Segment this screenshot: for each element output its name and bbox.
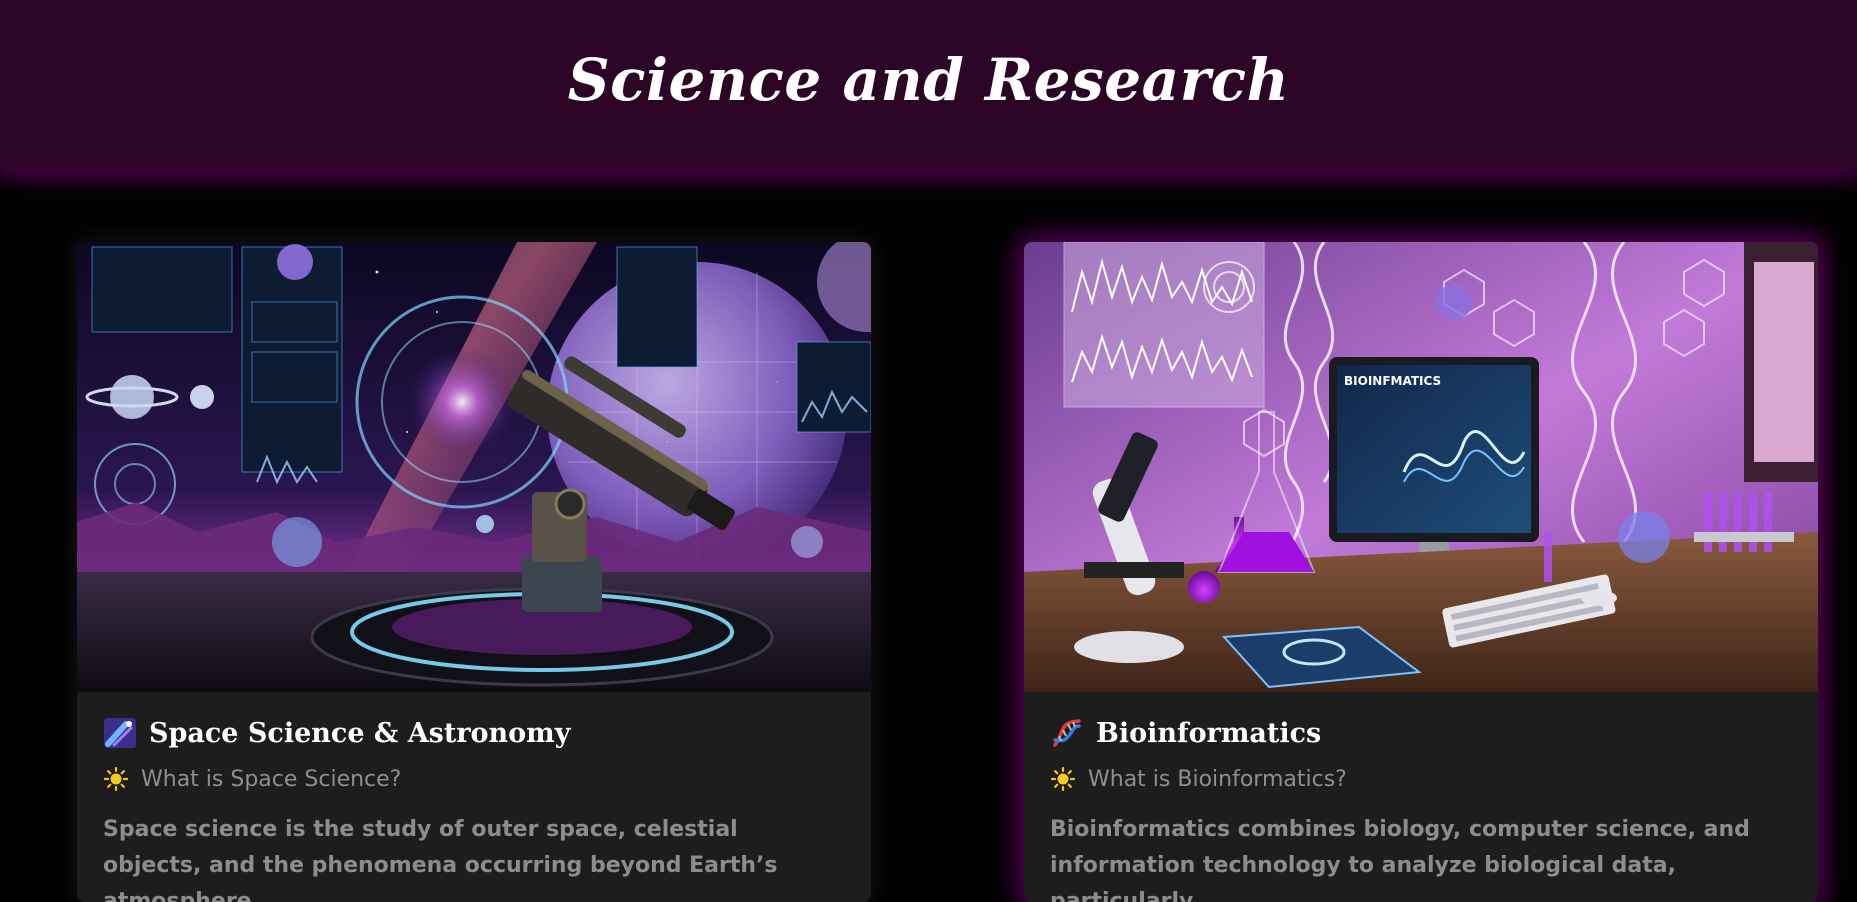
card-subtitle-text: What is Bioinformatics? [1088,766,1347,792]
space-science-image [77,242,871,692]
bioinformatics-image: BIOINFMATICS [1024,242,1818,692]
comet-icon [103,718,137,748]
card-subtitle: What is Space Science? [103,766,845,792]
card-title: Bioinformatics [1050,692,1792,752]
screen-text: BIOINFMATICS [1344,374,1441,388]
card-title: Space Science & Astronomy [103,692,845,752]
card-title-text: Bioinformatics [1096,717,1322,749]
dna-icon [1050,718,1084,748]
sun-icon [103,766,129,792]
page-header: Science and Research [0,0,1857,168]
card-subtitle: What is Bioinformatics? [1050,766,1792,792]
card-space-science[interactable]: Space Science & Astronomy What is Space … [77,242,871,902]
card-bioinformatics[interactable]: BIOINFMATICS Bioinformatics What is Bioi… [1024,242,1818,902]
card-description: Space science is the study of outer spac… [103,817,778,902]
card-subtitle-text: What is Space Science? [141,766,402,792]
card-title-text: Space Science & Astronomy [149,717,571,749]
sun-icon [1050,766,1076,792]
card-description: Bioinformatics combines biology, compute… [1050,817,1750,902]
page-title: Science and Research [567,46,1290,114]
